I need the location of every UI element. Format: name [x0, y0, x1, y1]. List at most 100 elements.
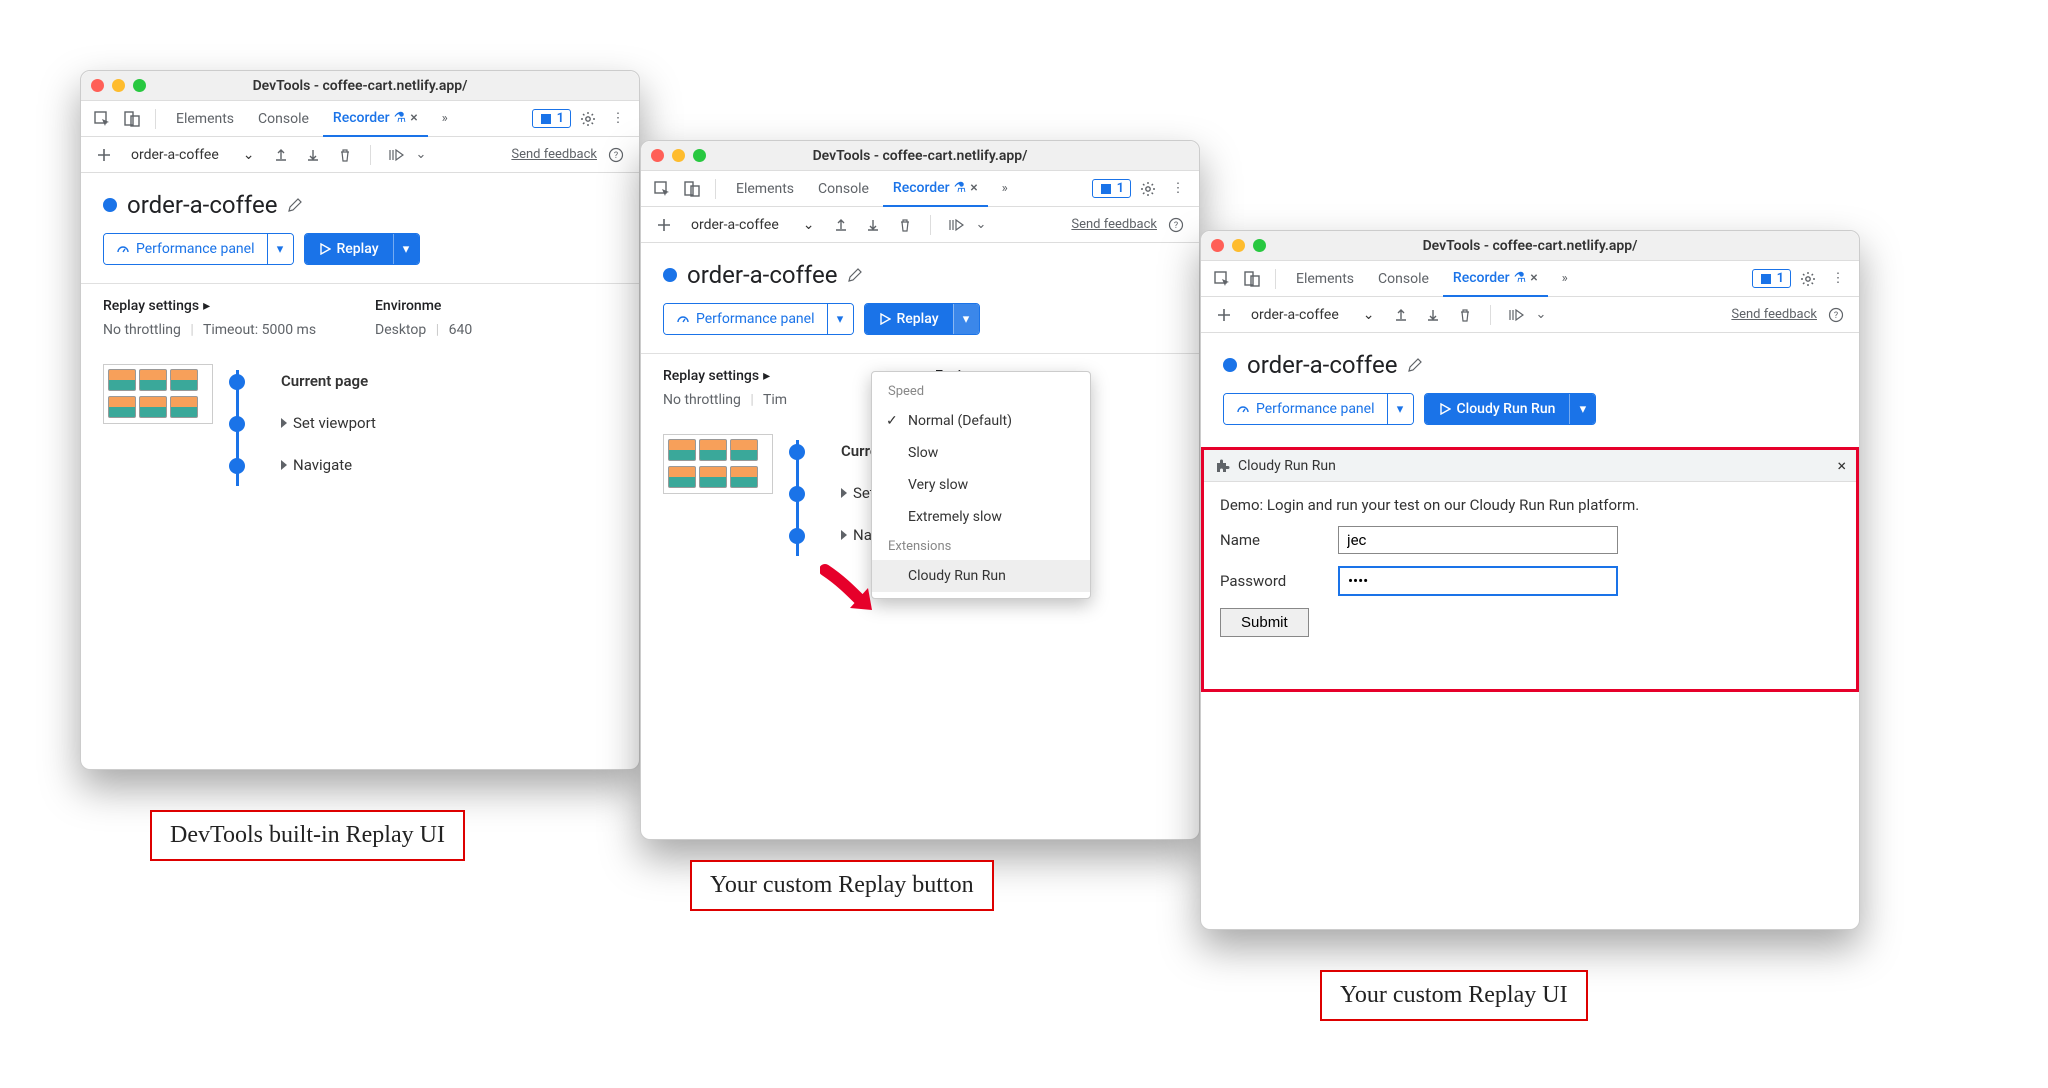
step-navigate[interactable]: Navigate — [253, 444, 617, 486]
zoom-icon[interactable] — [133, 79, 146, 92]
device-toggle-icon[interactable] — [679, 176, 705, 202]
step-current-page[interactable]: Current page — [253, 360, 617, 402]
step-set-viewport[interactable]: Set viewport — [253, 402, 617, 444]
replay-settings-head[interactable]: Replay settings ▸ — [663, 368, 905, 384]
zoom-icon[interactable] — [693, 149, 706, 162]
trash-icon[interactable] — [892, 212, 918, 238]
tab-elements[interactable]: Elements — [166, 101, 244, 137]
perf-panel-caret[interactable]: ▾ — [827, 304, 853, 334]
help-icon[interactable]: ? — [603, 142, 629, 168]
performance-panel-button[interactable]: Performance panel ▾ — [663, 303, 854, 335]
close-icon[interactable]: × — [1837, 456, 1846, 475]
close-icon[interactable] — [651, 149, 664, 162]
recording-select[interactable]: order-a-coffee ⌄ — [1243, 305, 1382, 325]
close-tab-icon[interactable]: × — [1530, 270, 1537, 286]
inspect-icon[interactable] — [649, 176, 675, 202]
send-feedback-link[interactable]: Send feedback — [511, 147, 597, 162]
replay-button[interactable]: Replay ▾ — [304, 233, 420, 265]
submit-button[interactable]: Submit — [1220, 608, 1309, 637]
tab-recorder[interactable]: Recorder ⚗ × — [323, 101, 428, 137]
close-icon[interactable] — [91, 79, 104, 92]
edit-name-icon[interactable] — [1407, 357, 1423, 373]
replay-caret[interactable]: ▾ — [953, 304, 979, 334]
send-feedback-link[interactable]: Send feedback — [1071, 217, 1157, 232]
step-play-icon[interactable] — [1503, 302, 1529, 328]
minimize-icon[interactable] — [1232, 239, 1245, 252]
export-icon[interactable] — [1388, 302, 1414, 328]
device-toggle-icon[interactable] — [1239, 266, 1265, 292]
issues-badge[interactable]: 1 — [1752, 269, 1791, 288]
export-icon[interactable] — [828, 212, 854, 238]
password-field[interactable] — [1338, 566, 1618, 596]
close-icon[interactable] — [1211, 239, 1224, 252]
minimize-icon[interactable] — [112, 79, 125, 92]
issues-badge[interactable]: 1 — [1092, 179, 1131, 198]
performance-panel-button[interactable]: Performance panel ▾ — [103, 233, 294, 265]
step-play-icon[interactable] — [943, 212, 969, 238]
trash-icon[interactable] — [332, 142, 358, 168]
replay-settings-head[interactable]: Replay settings ▸ — [103, 298, 345, 314]
step-play-icon[interactable] — [383, 142, 409, 168]
kebab-icon[interactable]: ⋮ — [1165, 176, 1191, 202]
more-tabs-icon[interactable]: » — [432, 106, 458, 132]
help-icon[interactable]: ? — [1823, 302, 1849, 328]
gear-icon[interactable] — [1135, 176, 1161, 202]
gear-icon[interactable] — [1795, 266, 1821, 292]
import-icon[interactable] — [300, 142, 326, 168]
minimize-icon[interactable] — [672, 149, 685, 162]
gear-icon[interactable] — [575, 106, 601, 132]
tab-console[interactable]: Console — [808, 171, 879, 207]
tab-elements[interactable]: Elements — [1286, 261, 1364, 297]
export-icon[interactable] — [268, 142, 294, 168]
recording-select[interactable]: order-a-coffee ⌄ — [683, 215, 822, 235]
kebab-icon[interactable]: ⋮ — [605, 106, 631, 132]
replay-caret[interactable]: ▾ — [1569, 394, 1595, 424]
kebab-icon[interactable]: ⋮ — [1825, 266, 1851, 292]
zoom-icon[interactable] — [1253, 239, 1266, 252]
trash-icon[interactable] — [1452, 302, 1478, 328]
perf-panel-caret[interactable]: ▾ — [1387, 394, 1413, 424]
import-icon[interactable] — [1420, 302, 1446, 328]
close-tab-icon[interactable]: × — [970, 180, 977, 196]
cloudy-run-run-button[interactable]: Cloudy Run Run ▾ — [1424, 393, 1597, 425]
replay-settings-body: No throttling | Timeout: 5000 ms — [103, 322, 345, 338]
new-recording-icon[interactable] — [91, 142, 117, 168]
import-icon[interactable] — [860, 212, 886, 238]
chevron-down-icon[interactable]: ⌄ — [415, 147, 426, 162]
recording-select[interactable]: order-a-coffee ⌄ — [123, 145, 262, 165]
device-toggle-icon[interactable] — [119, 106, 145, 132]
password-label: Password — [1220, 572, 1320, 590]
issues-badge[interactable]: 1 — [532, 109, 571, 128]
chevron-down-icon[interactable]: ⌄ — [975, 217, 986, 232]
send-feedback-link[interactable]: Send feedback — [1731, 307, 1817, 322]
recording-select-value: order-a-coffee — [1251, 307, 1339, 323]
replay-button[interactable]: Replay ▾ — [864, 303, 980, 335]
tab-elements[interactable]: Elements — [726, 171, 804, 207]
help-icon[interactable]: ? — [1163, 212, 1189, 238]
tab-recorder[interactable]: Recorder ⚗ × — [1443, 261, 1548, 297]
tab-console[interactable]: Console — [248, 101, 319, 137]
edit-name-icon[interactable] — [287, 197, 303, 213]
more-tabs-icon[interactable]: » — [1552, 266, 1578, 292]
new-recording-icon[interactable] — [1211, 302, 1237, 328]
tab-console[interactable]: Console — [1368, 261, 1439, 297]
edit-name-icon[interactable] — [847, 267, 863, 283]
replay-caret[interactable]: ▾ — [393, 234, 419, 264]
more-tabs-icon[interactable]: » — [992, 176, 1018, 202]
performance-panel-button[interactable]: Performance panel ▾ — [1223, 393, 1414, 425]
inspect-icon[interactable] — [1209, 266, 1235, 292]
inspect-icon[interactable] — [89, 106, 115, 132]
name-field[interactable] — [1338, 526, 1618, 554]
traffic-lights — [1211, 239, 1266, 252]
menu-item-slow[interactable]: Slow — [872, 437, 1090, 469]
issues-count: 1 — [557, 111, 564, 126]
new-recording-icon[interactable] — [651, 212, 677, 238]
menu-item-cloudy-run-run[interactable]: Cloudy Run Run — [872, 560, 1090, 592]
chevron-down-icon[interactable]: ⌄ — [1535, 307, 1546, 322]
menu-item-very-slow[interactable]: Very slow — [872, 469, 1090, 501]
menu-item-extremely-slow[interactable]: Extremely slow — [872, 501, 1090, 533]
perf-panel-caret[interactable]: ▾ — [267, 234, 293, 264]
tab-recorder[interactable]: Recorder ⚗ × — [883, 171, 988, 207]
menu-item-normal[interactable]: Normal (Default) — [872, 405, 1090, 437]
close-tab-icon[interactable]: × — [410, 110, 417, 126]
